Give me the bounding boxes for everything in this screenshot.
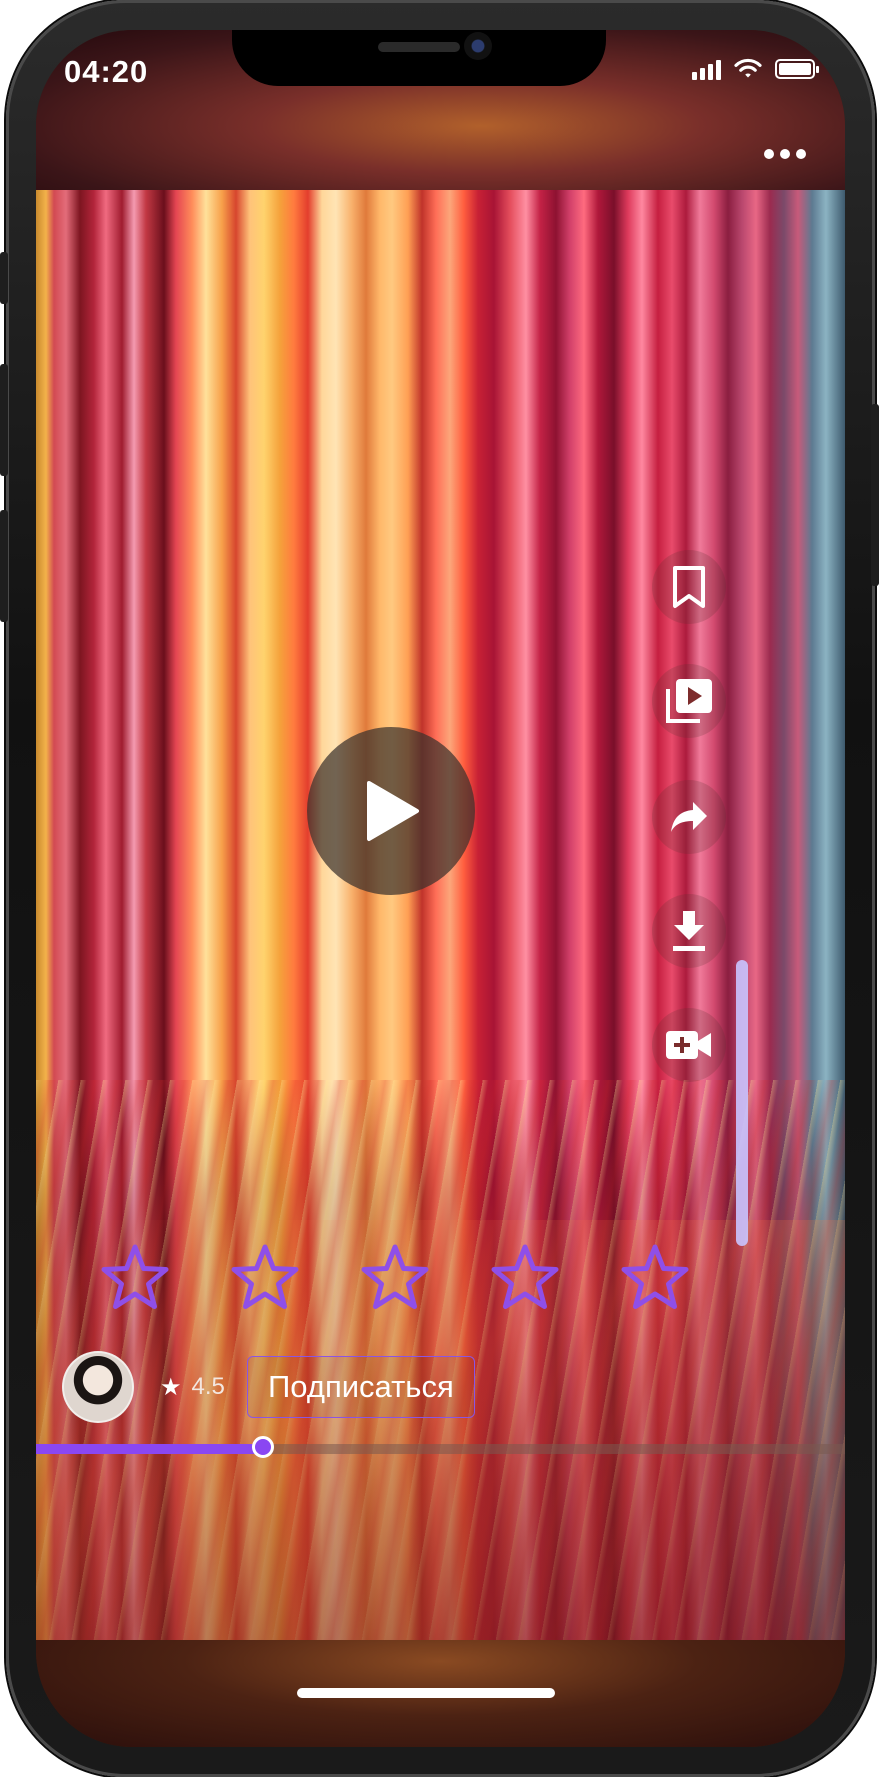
screen: 04:20 ★ 4.5 Подписаться [36,30,845,1747]
user-rating-stars [100,1243,720,1313]
download-button[interactable] [652,894,726,968]
author-row: ★ 4.5 Подписаться [62,1351,475,1423]
notch [232,30,606,86]
video-frame[interactable] [36,190,845,1640]
rating-star-3[interactable] [360,1243,430,1313]
speaker [378,42,460,52]
progress-knob[interactable] [251,1436,274,1458]
rating-star-icon: ★ [160,1373,182,1401]
rating-star-1[interactable] [100,1243,170,1313]
phone-volume-up [0,364,8,476]
phone-power-button [871,404,879,586]
rating-star-4[interactable] [490,1243,560,1313]
bookmark-button[interactable] [652,550,726,624]
download-icon [673,911,705,951]
progress-fill [36,1444,263,1454]
status-icons [692,58,819,80]
more-options-button[interactable] [761,142,809,166]
video-progress-bar[interactable] [36,1436,845,1458]
phone-side-button [0,252,8,304]
author-rating: ★ 4.5 [160,1373,225,1402]
avatar[interactable] [62,1351,134,1423]
subscribe-button[interactable]: Подписаться [246,1356,475,1418]
bookmark-icon [673,566,705,608]
playlist-button[interactable] [652,664,726,738]
rating-star-5[interactable] [620,1243,690,1313]
share-button[interactable] [652,780,726,854]
signal-icon [692,58,721,80]
rating-star-2[interactable] [230,1243,300,1313]
battery-icon [775,59,819,79]
video-add-icon [666,1031,711,1059]
camera [464,32,492,60]
status-time: 04:20 [64,54,149,89]
phone-volume-down [0,510,8,622]
playlist-icon [666,679,712,723]
rating-value: 4.5 [191,1373,225,1400]
scroll-rail[interactable] [736,960,748,1246]
play-icon [367,781,419,841]
home-indicator[interactable] [297,1688,555,1698]
add-video-button[interactable] [652,1008,726,1082]
play-button[interactable] [307,727,475,895]
share-icon [671,802,707,832]
wifi-icon [734,58,762,78]
